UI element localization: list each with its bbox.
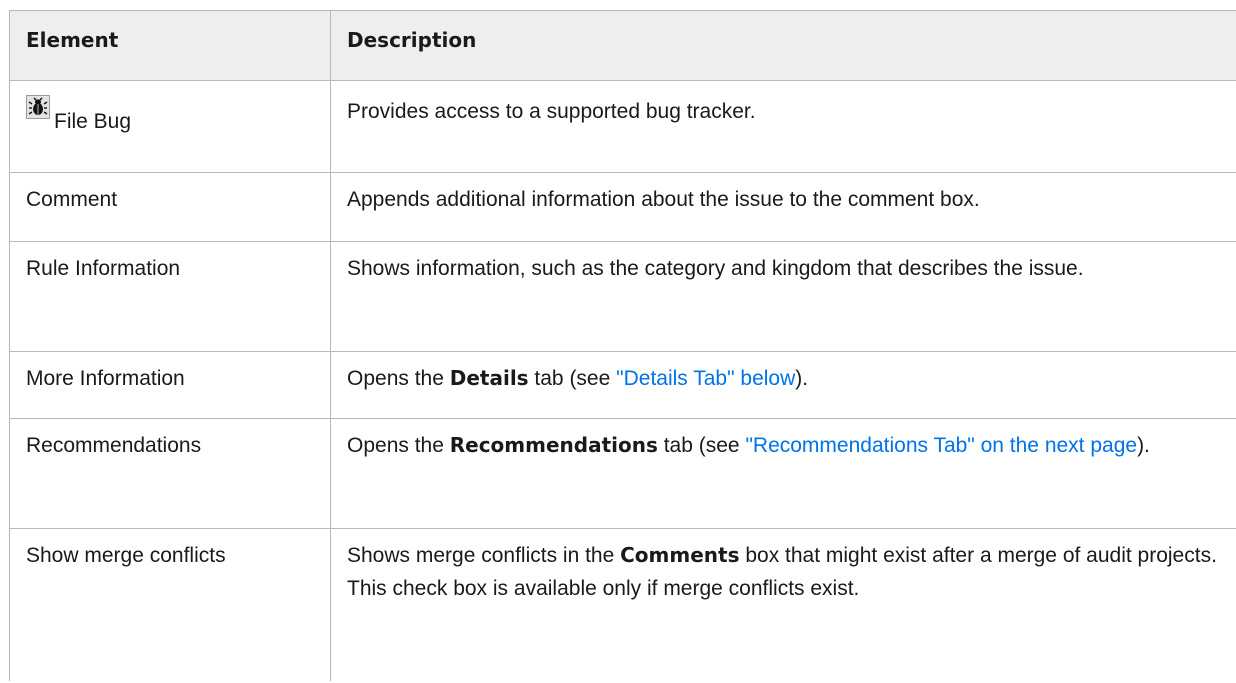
details-tab-name: Details: [449, 366, 529, 390]
description-text: tab (see: [657, 434, 746, 457]
table-row: Show merge conflicts Shows merge conflic…: [9, 528, 1236, 681]
description-text: ).: [795, 367, 809, 390]
header-element: Element: [9, 10, 331, 81]
table-row: File Bug Provides access to a supported …: [9, 80, 1236, 173]
table-header-row: Element Description: [9, 10, 1236, 81]
description-cell: Shows information, such as the category …: [330, 241, 1236, 352]
element-cell: Comment: [9, 172, 331, 242]
description-cell: Provides access to a supported bug track…: [330, 80, 1236, 173]
bug-icon: [26, 95, 50, 119]
comments-box-name: Comments: [620, 543, 740, 567]
details-tab-link[interactable]: "Details Tab" below: [616, 367, 795, 390]
description-text: Shows merge conflicts in the: [347, 544, 621, 567]
description-cell: Opens the Details tab (see "Details Tab"…: [330, 351, 1236, 419]
table-row: More Information Opens the Details tab (…: [9, 351, 1236, 419]
description-cell: Opens the Recommendations tab (see "Reco…: [330, 418, 1236, 529]
header-description: Description: [330, 10, 1236, 81]
description-text: Opens the: [347, 434, 450, 457]
description-text: tab (see: [528, 367, 617, 390]
element-cell: Rule Information: [9, 241, 331, 352]
table-row: Recommendations Opens the Recommendation…: [9, 418, 1236, 529]
element-label: File Bug: [54, 110, 132, 133]
recommendations-tab-link[interactable]: "Recommendations Tab" on the next page: [745, 434, 1137, 457]
table-row: Rule Information Shows information, such…: [9, 241, 1236, 352]
element-cell: More Information: [9, 351, 331, 419]
element-cell: Recommendations: [9, 418, 331, 529]
table-row: Comment Appends additional information a…: [9, 172, 1236, 242]
description-text: Opens the: [347, 367, 450, 390]
description-text: ).: [1137, 434, 1150, 457]
element-cell: File Bug: [9, 80, 331, 173]
recommendations-tab-name: Recommendations: [449, 433, 658, 457]
element-cell: Show merge conflicts: [9, 528, 331, 681]
description-cell: Shows merge conflicts in the Comments bo…: [330, 528, 1236, 681]
elements-table: Element Description File Bug Provides ac…: [9, 10, 1236, 681]
description-cell: Appends additional information about the…: [330, 172, 1236, 242]
